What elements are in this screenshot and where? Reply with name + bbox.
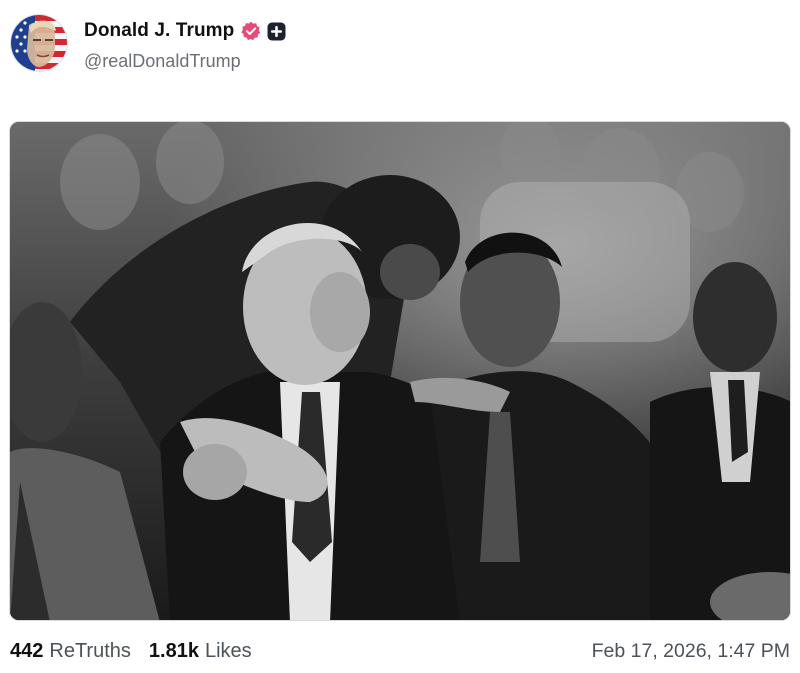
likes-label: Likes: [204, 639, 252, 662]
author-info: Donald J. Trump @realDonaldTrump: [84, 20, 286, 72]
verified-badge-icon: [241, 21, 261, 41]
retruths-count: 442: [10, 639, 44, 662]
author-avatar[interactable]: [10, 14, 68, 72]
retruths-stat[interactable]: 442 ReTruths: [10, 640, 131, 663]
author-handle[interactable]: @realDonaldTrump: [84, 51, 286, 72]
post-photo[interactable]: [9, 121, 791, 621]
photo-illustration: [10, 122, 790, 620]
retruths-label: ReTruths: [49, 639, 131, 662]
engagement-stats: 442 ReTruths 1.81k Likes: [10, 640, 270, 663]
author-display-name[interactable]: Donald J. Trump: [84, 20, 234, 42]
likes-stat[interactable]: 1.81k Likes: [149, 640, 252, 663]
truth-post: Donald J. Trump @realDonaldTrump 442 ReT…: [0, 0, 800, 673]
post-footer: 442 ReTruths 1.81k Likes Feb 17, 2026, 1…: [10, 637, 790, 665]
post-header: Donald J. Trump @realDonaldTrump: [10, 14, 286, 76]
plus-badge-icon: [267, 22, 286, 40]
flag-portrait-avatar-icon: [11, 15, 67, 71]
name-row: Donald J. Trump: [84, 20, 286, 42]
likes-count: 1.81k: [148, 639, 199, 662]
post-timestamp[interactable]: Feb 17, 2026, 1:47 PM: [592, 640, 790, 663]
